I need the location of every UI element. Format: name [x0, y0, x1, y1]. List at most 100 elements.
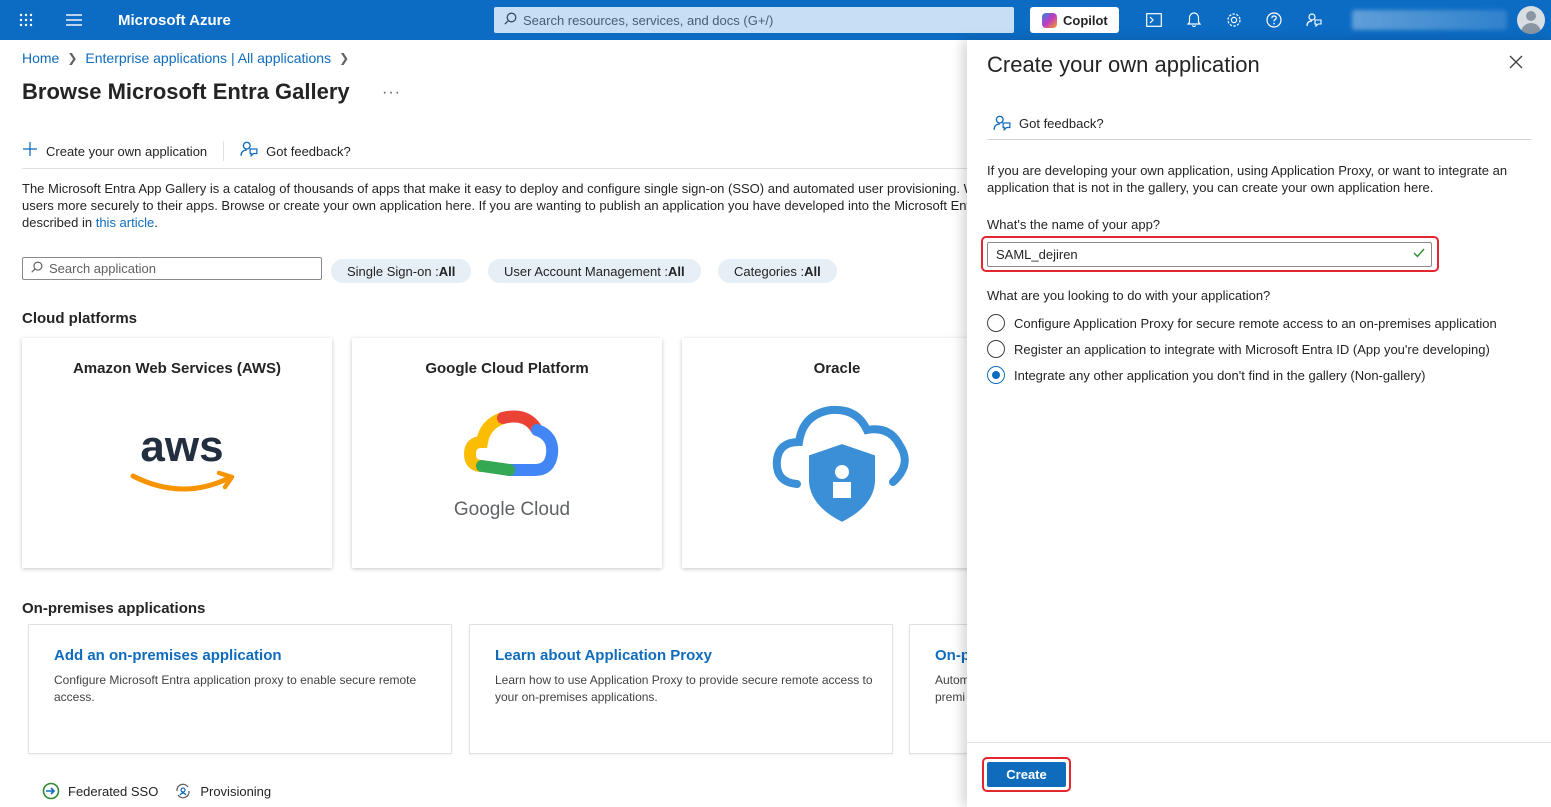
cloud-shield-icon [767, 386, 917, 536]
global-search-placeholder: Search resources, services, and docs (G+… [523, 12, 774, 28]
search-application-input[interactable]: Search application [22, 257, 322, 280]
onprem-card-desc: Autom premi [935, 673, 967, 704]
search-application-placeholder: Search application [49, 261, 156, 276]
feedback-icon [240, 140, 258, 162]
create-application-panel [967, 40, 1551, 807]
panel-divider [987, 139, 1531, 140]
account-name-redacted[interactable] [1352, 10, 1507, 30]
chevron-right-icon: ❯ [339, 51, 350, 65]
checkmark-icon [1413, 246, 1425, 262]
cloud-card-title: Amazon Web Services (AWS) [72, 360, 282, 377]
onprem-card-title[interactable]: On-p [935, 647, 967, 664]
page-title: Browse Microsoft Entra Gallery [22, 79, 350, 104]
create-own-application-button[interactable]: Create your own application [22, 141, 207, 161]
option-register-application[interactable]: Register an application to integrate wit… [987, 340, 1490, 358]
search-icon [504, 12, 517, 28]
filter-value: All [668, 263, 685, 279]
feedback-icon [993, 115, 1011, 132]
cloud-card-oracle[interactable]: Oracle [682, 338, 992, 568]
federated-sso-icon [42, 782, 60, 800]
onprem-card-learn[interactable]: Learn about Application Proxy Learn how … [469, 624, 893, 754]
legend-label: Federated SSO [68, 783, 159, 799]
radio-button[interactable] [987, 340, 1005, 358]
gallery-description: The Microsoft Entra App Gallery is a cat… [22, 180, 967, 231]
notifications-bell-icon[interactable] [1182, 8, 1206, 32]
description-line-2: users more securely to their apps. Brows… [22, 198, 967, 213]
command-bar: Create your own application Got feedback… [22, 140, 351, 162]
help-icon[interactable] [1262, 8, 1286, 32]
google-cloud-logo-text: Google Cloud [454, 499, 570, 520]
description-suffix: . [154, 215, 158, 230]
settings-gear-icon[interactable] [1222, 8, 1246, 32]
hamburger-menu-icon[interactable] [62, 8, 86, 32]
breadcrumb-enterprise-apps[interactable]: Enterprise applications | All applicatio… [85, 50, 331, 66]
description-prefix: described in [22, 215, 96, 230]
description-line-3: described in this article. [22, 214, 967, 231]
option-non-gallery[interactable]: Integrate any other application you don'… [987, 366, 1426, 384]
legend: Federated SSO Provisioning [42, 782, 287, 800]
panel-title: Create your own application [987, 52, 1260, 77]
filter-label: User Account Management : [504, 263, 669, 279]
divider [22, 168, 967, 169]
filter-user-account-management[interactable]: User Account Management : All [488, 259, 701, 283]
cloud-card-google[interactable]: Google Cloud Platform Google Cloud [352, 338, 662, 568]
panel-intro: If you are developing your own applicati… [987, 163, 1508, 195]
option-label: Configure Application Proxy for secure r… [1014, 315, 1497, 331]
more-options-icon[interactable]: ··· [382, 84, 401, 102]
radio-button[interactable] [987, 314, 1005, 332]
avatar[interactable] [1517, 6, 1545, 34]
plus-icon [22, 141, 38, 161]
onprem-card-title[interactable]: Learn about Application Proxy [495, 647, 712, 664]
copilot-label: Copilot [1063, 12, 1108, 28]
onprem-card-desc: Learn how to use Application Proxy to pr… [495, 673, 873, 704]
on-premises-heading: On-premises applications [22, 600, 206, 617]
cloud-card-title: Google Cloud Platform [425, 360, 589, 377]
brand-title[interactable]: Microsoft Azure [118, 12, 231, 29]
panel-feedback-button[interactable]: Got feedback? [993, 114, 1104, 132]
app-name-input[interactable]: SAML_dejiren [987, 242, 1432, 267]
global-search-input[interactable]: Search resources, services, and docs (G+… [494, 7, 1014, 33]
app-launcher-icon[interactable] [14, 8, 38, 32]
onprem-card-add[interactable]: Add an on-premises application Configure… [28, 624, 452, 754]
create-button[interactable]: Create [987, 762, 1066, 787]
aws-logo-text: aws [140, 422, 223, 471]
filter-label: Single Sign-on : [347, 263, 439, 279]
google-cloud-logo: Google Cloud [437, 386, 587, 536]
feedback-icon[interactable] [1302, 8, 1326, 32]
description-line-1: The Microsoft Entra App Gallery is a cat… [22, 181, 967, 196]
cloud-card-title: Oracle [813, 360, 861, 377]
filter-single-sign-on[interactable]: Single Sign-on : All [331, 259, 472, 283]
breadcrumb-home[interactable]: Home [22, 50, 59, 66]
command-divider [223, 141, 225, 161]
onprem-card-desc: Configure Microsoft Entra application pr… [54, 673, 417, 704]
copilot-icon [1042, 12, 1057, 28]
option-application-proxy[interactable]: Configure Application Proxy for secure r… [987, 314, 1497, 332]
cloud-card-aws[interactable]: Amazon Web Services (AWS) aws [22, 338, 332, 568]
breadcrumb: Home ❯ Enterprise applications | All app… [22, 50, 357, 66]
option-label: Integrate any other application you don'… [1014, 367, 1426, 383]
this-article-link[interactable]: this article [96, 215, 155, 230]
chevron-right-icon: ❯ [67, 51, 78, 65]
close-icon[interactable] [1506, 53, 1526, 73]
create-own-application-label: Create your own application [46, 143, 208, 159]
panel-footer-divider [967, 742, 1551, 743]
filter-value: All [804, 263, 821, 279]
onprem-card-partial[interactable]: On-p Autom premi [909, 624, 967, 754]
copilot-button[interactable]: Copilot [1030, 7, 1119, 33]
cloud-shell-icon[interactable] [1142, 8, 1166, 32]
legend-federated-sso: Federated SSO [42, 782, 158, 800]
top-bar: Microsoft Azure Search resources, servic… [0, 0, 1551, 40]
onprem-card-title[interactable]: Add an on-premises application [54, 647, 282, 664]
option-label: Register an application to integrate wit… [1014, 341, 1490, 357]
aws-logo: aws [107, 386, 257, 536]
legend-label: Provisioning [200, 783, 272, 799]
radio-button-selected[interactable] [987, 366, 1005, 384]
got-feedback-button[interactable]: Got feedback? [240, 140, 351, 162]
provisioning-icon [176, 783, 190, 799]
search-icon [31, 261, 43, 276]
app-name-value: SAML_dejiren [996, 247, 1078, 262]
purpose-label: What are you looking to do with your app… [987, 288, 1271, 303]
filter-value: All [438, 263, 456, 279]
filter-categories[interactable]: Categories : All [718, 259, 837, 283]
panel-feedback-label: Got feedback? [1019, 115, 1104, 131]
